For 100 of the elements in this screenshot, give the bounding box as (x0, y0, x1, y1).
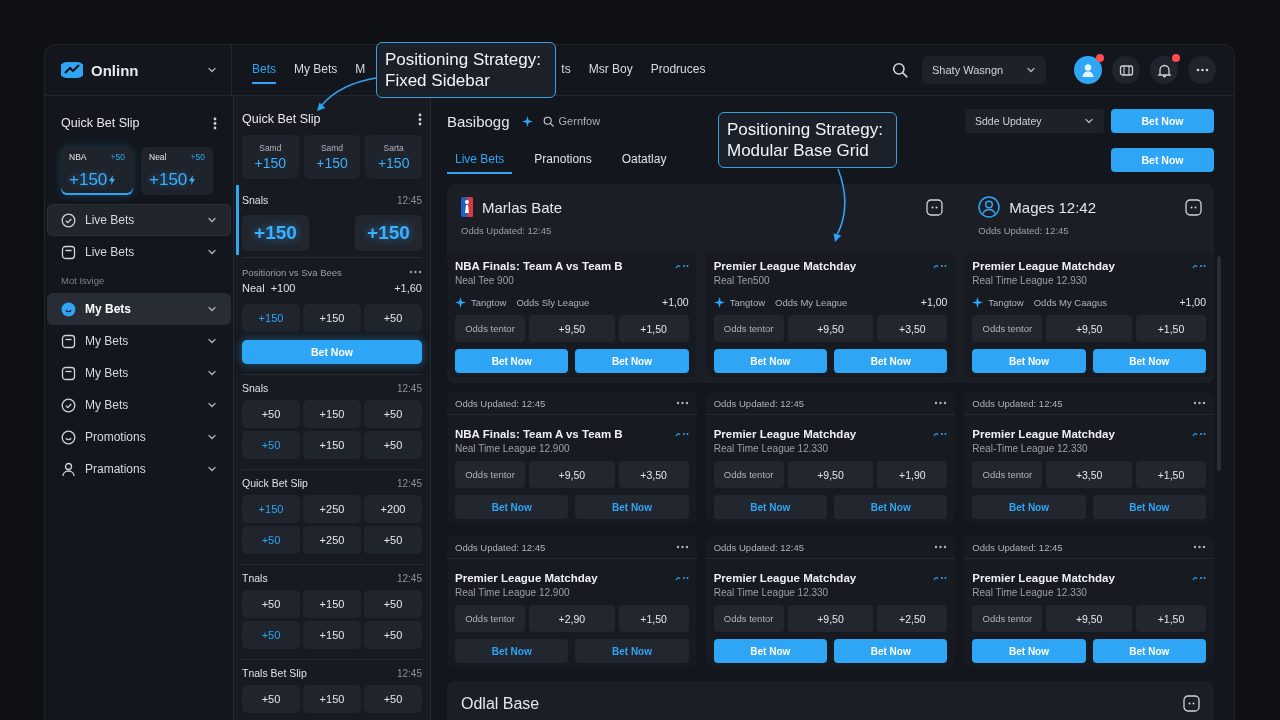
odds-option[interactable]: +150 (303, 431, 361, 459)
odds-option[interactable]: +1,50 (1136, 315, 1206, 342)
odds-option[interactable]: +150 (303, 590, 361, 618)
odds-option[interactable]: +9,50 (787, 315, 874, 342)
nav-tab[interactable]: Msr Boy (588, 56, 633, 84)
odds-option[interactable]: +1,50 (1136, 605, 1206, 632)
odds-option[interactable]: Odds tentor (455, 605, 525, 632)
sidebar-item[interactable]: Live Bets (47, 204, 231, 236)
odds-option[interactable]: +2,90 (529, 605, 615, 632)
tab[interactable]: Live Bets (447, 146, 513, 174)
odds-option[interactable]: +50 (364, 431, 422, 459)
odds-option[interactable]: Odds tentor (972, 461, 1043, 488)
odds-option[interactable]: +9,50 (529, 315, 615, 342)
odds-option[interactable]: +2,50 (877, 605, 948, 632)
toolbar-button[interactable] (1150, 56, 1178, 84)
odds-option[interactable]: +9,50 (787, 461, 874, 488)
odds-option[interactable]: +1,50 (1136, 461, 1206, 488)
odds-option[interactable]: Odds tentor (455, 461, 525, 488)
tab[interactable]: Oatatlay (613, 146, 675, 174)
dots-square-icon[interactable] (1185, 198, 1202, 216)
search-icon[interactable] (542, 115, 554, 127)
nav-tab[interactable]: M (355, 56, 366, 84)
odds-tile[interactable]: Samd +150 (303, 135, 361, 179)
odds-option[interactable]: +50 (242, 400, 300, 428)
odds-option[interactable]: Odds tentor (972, 605, 1043, 632)
odds-option[interactable]: +1,90 (877, 461, 948, 488)
bet-now-button[interactable]: Bet Now (1092, 495, 1206, 519)
odds-tile[interactable]: Samd +150 (242, 135, 299, 179)
toolbar-button[interactable] (1112, 56, 1140, 84)
tab[interactable]: Pranotions (526, 146, 600, 174)
sidebar-item[interactable]: My Bets (47, 293, 231, 325)
odds-option[interactable]: +250 (303, 526, 361, 554)
nav-tab[interactable]: ts (561, 56, 571, 84)
bet-now-button[interactable]: Bet Now (455, 639, 569, 663)
odds-option[interactable]: +9,50 (1046, 315, 1132, 342)
odds-option[interactable]: Odds tentor (713, 461, 784, 488)
more-icon[interactable] (1193, 401, 1206, 405)
odds-option[interactable]: +3,50 (618, 461, 689, 488)
nav-tab[interactable]: Bets (252, 56, 276, 84)
odds-option[interactable]: +250 (303, 495, 361, 523)
dots-square-icon[interactable] (1183, 695, 1200, 712)
sidebar-item[interactable]: Promotions (47, 421, 231, 453)
bet-now-button[interactable]: Bet Now (834, 495, 948, 519)
odds-option[interactable]: +150 (242, 495, 300, 523)
toolbar-button[interactable] (1074, 56, 1102, 84)
odds-tile[interactable]: +150 (242, 215, 309, 251)
odds-tile[interactable]: +150 (355, 215, 422, 251)
dots-square-icon[interactable] (926, 198, 944, 216)
odds-option[interactable]: +9,50 (787, 605, 874, 632)
more-icon[interactable] (934, 401, 948, 405)
odds-option[interactable]: +50 (242, 431, 300, 459)
odds-tile[interactable]: Sarta +150 (365, 135, 422, 179)
sidebar-item[interactable]: My Bets (47, 389, 231, 421)
bet-now-button[interactable]: Bet Now (455, 495, 569, 519)
odds-option[interactable]: Odds tentor (972, 315, 1043, 342)
odds-option[interactable]: +50 (364, 590, 422, 618)
sidebar-item[interactable]: My Bets (47, 357, 231, 389)
search-icon[interactable] (892, 62, 908, 78)
kebab-menu-icon[interactable] (418, 112, 422, 126)
odds-option[interactable]: +150 (242, 304, 300, 332)
sidebar-item[interactable]: Live Bets (47, 236, 231, 268)
bet-now-button[interactable]: Bet Now (972, 495, 1086, 519)
odds-option[interactable]: +200 (364, 495, 422, 523)
odds-option[interactable]: +150 (303, 685, 361, 713)
odds-option[interactable]: +50 (364, 685, 422, 713)
odds-option[interactable]: +3,50 (1046, 461, 1132, 488)
user-dropdown[interactable]: Shaty Wasngn (922, 56, 1046, 84)
nav-tab[interactable]: Prodruces (650, 56, 706, 84)
more-icon[interactable] (409, 270, 422, 274)
nav-tab[interactable]: My Bets (294, 56, 338, 84)
odds-option[interactable]: +150 (303, 304, 361, 332)
odds-option[interactable]: +1,50 (618, 315, 689, 342)
odds-option[interactable]: +150 (303, 621, 361, 649)
kebab-menu-icon[interactable] (213, 116, 217, 130)
odds-option[interactable]: Odds tentor (713, 315, 784, 342)
odds-tile[interactable]: Neal +50 +150 (141, 147, 213, 195)
odds-option[interactable]: +50 (364, 304, 422, 332)
odds-option[interactable]: +50 (242, 590, 300, 618)
odds-tile[interactable]: NBA +50 +150 (61, 147, 133, 195)
odds-option[interactable]: +9,50 (529, 461, 615, 488)
odds-option[interactable]: +150 (303, 400, 361, 428)
odds-option[interactable]: +50 (242, 526, 300, 554)
odds-option[interactable]: +50 (364, 621, 422, 649)
odds-option[interactable]: Odds tentor (713, 605, 784, 632)
more-icon[interactable] (934, 545, 948, 549)
sidebar-item[interactable]: Pramations (47, 453, 231, 485)
sort-dropdown[interactable]: Sdde Updatey (965, 109, 1104, 133)
sidebar-item[interactable]: My Bets (47, 325, 231, 357)
more-icon[interactable] (675, 401, 689, 405)
more-icon[interactable] (675, 545, 689, 549)
bet-now-button[interactable]: Bet Now (713, 495, 827, 519)
odds-option[interactable]: +50 (242, 685, 300, 713)
more-icon[interactable] (1193, 545, 1206, 549)
odds-option[interactable]: +50 (242, 621, 300, 649)
odds-option[interactable]: Odds tentor (455, 315, 525, 342)
odds-option[interactable]: +9,50 (1046, 605, 1132, 632)
bet-now-button[interactable]: Bet Now (575, 639, 689, 663)
logo-icon[interactable] (61, 60, 83, 80)
bet-now-button[interactable]: Bet Now (575, 495, 689, 519)
odds-option[interactable]: +50 (364, 526, 422, 554)
